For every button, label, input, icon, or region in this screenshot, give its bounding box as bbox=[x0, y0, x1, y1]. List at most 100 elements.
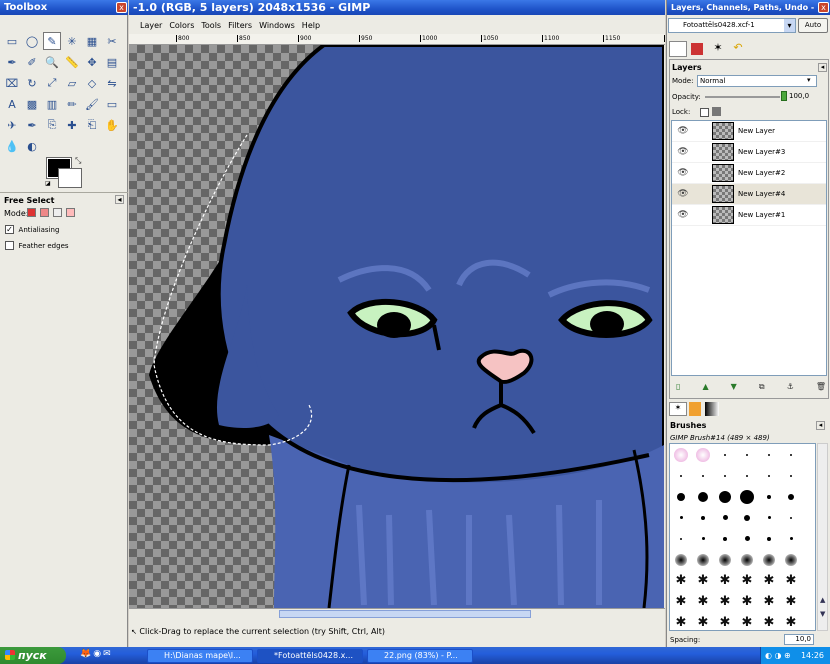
tab-layers[interactable] bbox=[669, 41, 687, 57]
taskbar-task[interactable]: *Fotoattēls0428.x... bbox=[257, 649, 363, 663]
menu-filters[interactable]: Filters bbox=[228, 21, 252, 30]
brush-preview-icon[interactable] bbox=[736, 486, 758, 507]
brush-preview-icon[interactable]: ✱ bbox=[692, 570, 714, 591]
brush-preview-icon[interactable] bbox=[670, 528, 692, 549]
brush-preview-icon[interactable] bbox=[670, 549, 692, 570]
default-colors-icon[interactable]: ◪ bbox=[45, 180, 51, 187]
brush-preview-icon[interactable] bbox=[780, 507, 802, 528]
brush-preview-icon[interactable] bbox=[736, 507, 758, 528]
visibility-eye-icon[interactable]: 👁 bbox=[672, 126, 694, 136]
tab-channels[interactable] bbox=[689, 41, 707, 57]
layer-mode-arrow-icon[interactable]: ▾ bbox=[807, 76, 811, 84]
airbrush-icon[interactable]: ✈ bbox=[3, 116, 21, 134]
brush-preview-icon[interactable] bbox=[670, 507, 692, 528]
image-select-dropdown[interactable]: Fotoattēls0428.xcf-1 bbox=[668, 18, 796, 33]
folder-icon[interactable]: ✉ bbox=[103, 649, 113, 659]
brush-preview-icon[interactable] bbox=[714, 507, 736, 528]
brush-preview-icon[interactable]: ✱ bbox=[670, 591, 692, 612]
flip-icon[interactable]: ⇋ bbox=[103, 74, 121, 92]
clone-icon[interactable]: ⎘ bbox=[43, 116, 61, 134]
text-icon[interactable]: A bbox=[3, 95, 21, 113]
toolbox-close-button[interactable]: x bbox=[116, 2, 127, 13]
taskbar-task[interactable]: 22.png (83%) - P... bbox=[367, 649, 473, 663]
layer-row[interactable]: 👁 New Layer#3 bbox=[672, 142, 826, 163]
move-icon[interactable]: ✥ bbox=[83, 53, 101, 71]
lock-alpha-icon[interactable] bbox=[712, 107, 721, 116]
layer-mode-select[interactable]: Normal bbox=[697, 75, 817, 87]
layer-name[interactable]: New Layer#1 bbox=[738, 211, 785, 219]
brush-preview-icon[interactable] bbox=[692, 528, 714, 549]
fuzzy-select-icon[interactable]: ✳ bbox=[63, 32, 81, 50]
brush-preview-icon[interactable]: ✱ bbox=[714, 612, 736, 630]
horizontal-scrollbar[interactable] bbox=[129, 608, 665, 619]
brush-preview-icon[interactable] bbox=[758, 507, 780, 528]
paths-icon[interactable]: ✒ bbox=[3, 53, 21, 71]
brush-preview-icon[interactable] bbox=[692, 507, 714, 528]
brush-preview-icon[interactable] bbox=[736, 549, 758, 570]
feather-option[interactable]: Feather edges bbox=[5, 241, 69, 250]
eraser-icon[interactable]: ▭ bbox=[103, 95, 121, 113]
crop-icon[interactable]: ⌧ bbox=[3, 74, 21, 92]
heal-icon[interactable]: ✚ bbox=[63, 116, 81, 134]
scroll-down-icon[interactable]: ▼ bbox=[820, 610, 825, 618]
layers-menu-icon[interactable]: ◂ bbox=[818, 63, 827, 72]
visibility-eye-icon[interactable]: 👁 bbox=[672, 168, 694, 178]
menu-tools[interactable]: Tools bbox=[201, 21, 221, 30]
toolbox-titlebar[interactable]: Toolbox bbox=[0, 0, 128, 15]
brush-preview-icon[interactable] bbox=[736, 465, 758, 486]
perspective-icon[interactable]: ◇ bbox=[83, 74, 101, 92]
dock-close-button[interactable]: x bbox=[818, 2, 829, 13]
image-select-arrow-icon[interactable]: ▾ bbox=[784, 19, 795, 32]
brush-preview-icon[interactable]: ✱ bbox=[736, 570, 758, 591]
layer-name[interactable]: New Layer#3 bbox=[738, 148, 785, 156]
background-color-swatch[interactable] bbox=[58, 168, 82, 188]
brush-preview-icon[interactable]: ✱ bbox=[780, 612, 802, 630]
raise-layer-icon[interactable]: ▲ bbox=[702, 382, 708, 394]
brush-preview-icon[interactable] bbox=[758, 528, 780, 549]
brush-preview-icon[interactable]: ✱ bbox=[780, 570, 802, 591]
brush-preview-icon[interactable] bbox=[714, 486, 736, 507]
brush-preview-icon[interactable]: ✱ bbox=[692, 612, 714, 630]
tab-patterns[interactable] bbox=[689, 402, 701, 416]
tab-brushes[interactable]: ✶ bbox=[669, 402, 687, 416]
brush-preview-icon[interactable] bbox=[692, 486, 714, 507]
brush-preview-icon[interactable] bbox=[780, 549, 802, 570]
ellipse-select-icon[interactable]: ◯ bbox=[23, 32, 41, 50]
scroll-up-icon[interactable]: ▲ bbox=[820, 596, 825, 604]
swap-colors-icon[interactable]: ⤡ bbox=[75, 156, 81, 166]
brush-preview-icon[interactable]: ✱ bbox=[714, 570, 736, 591]
brush-preview-icon[interactable] bbox=[758, 465, 780, 486]
brush-preview-icon[interactable] bbox=[758, 444, 780, 465]
add-mode-icon[interactable] bbox=[40, 208, 49, 217]
subtract-mode-icon[interactable] bbox=[53, 208, 62, 217]
color-picker-icon[interactable]: ✐ bbox=[23, 53, 41, 71]
scissors-icon[interactable]: ✂ bbox=[103, 32, 121, 50]
perspective-clone-icon[interactable]: ⎗ bbox=[83, 116, 101, 134]
firefox-icon[interactable]: 🦊 bbox=[80, 649, 93, 659]
lower-layer-icon[interactable]: ▼ bbox=[731, 382, 737, 394]
menu-help[interactable]: Help bbox=[302, 21, 320, 30]
layer-row[interactable]: 👁 New Layer#4 bbox=[672, 184, 826, 205]
brush-preview-icon[interactable] bbox=[714, 465, 736, 486]
rotate-icon[interactable]: ↻ bbox=[23, 74, 41, 92]
opacity-value[interactable]: 100,0 bbox=[789, 92, 809, 100]
brush-preview-icon[interactable] bbox=[736, 528, 758, 549]
brush-preview-icon[interactable]: ✱ bbox=[758, 591, 780, 612]
taskbar-task[interactable]: H:\Dianas mape\I... bbox=[147, 649, 253, 663]
scale-icon[interactable]: ⤢ bbox=[43, 74, 61, 92]
replace-mode-icon[interactable] bbox=[27, 208, 36, 217]
antialiasing-option[interactable]: ✓ Antialiasing bbox=[5, 225, 59, 234]
antialiasing-checkbox[interactable]: ✓ bbox=[5, 225, 14, 234]
blur-icon[interactable]: 💧 bbox=[3, 137, 21, 155]
image-canvas[interactable] bbox=[129, 45, 664, 608]
brush-preview-icon[interactable] bbox=[736, 444, 758, 465]
bucket-fill-icon[interactable]: ▩ bbox=[23, 95, 41, 113]
menu-layer[interactable]: Layer bbox=[140, 21, 162, 30]
smudge-icon[interactable]: ✋ bbox=[103, 116, 121, 134]
paintbrush-icon[interactable]: 🖌 bbox=[83, 95, 101, 113]
tool-options-menu-icon[interactable]: ◂ bbox=[115, 195, 124, 204]
brush-preview-icon[interactable] bbox=[670, 444, 692, 465]
brush-preview-icon[interactable]: ✱ bbox=[758, 570, 780, 591]
brush-preview-icon[interactable] bbox=[780, 444, 802, 465]
layer-row[interactable]: 👁 New Layer#2 bbox=[672, 163, 826, 184]
